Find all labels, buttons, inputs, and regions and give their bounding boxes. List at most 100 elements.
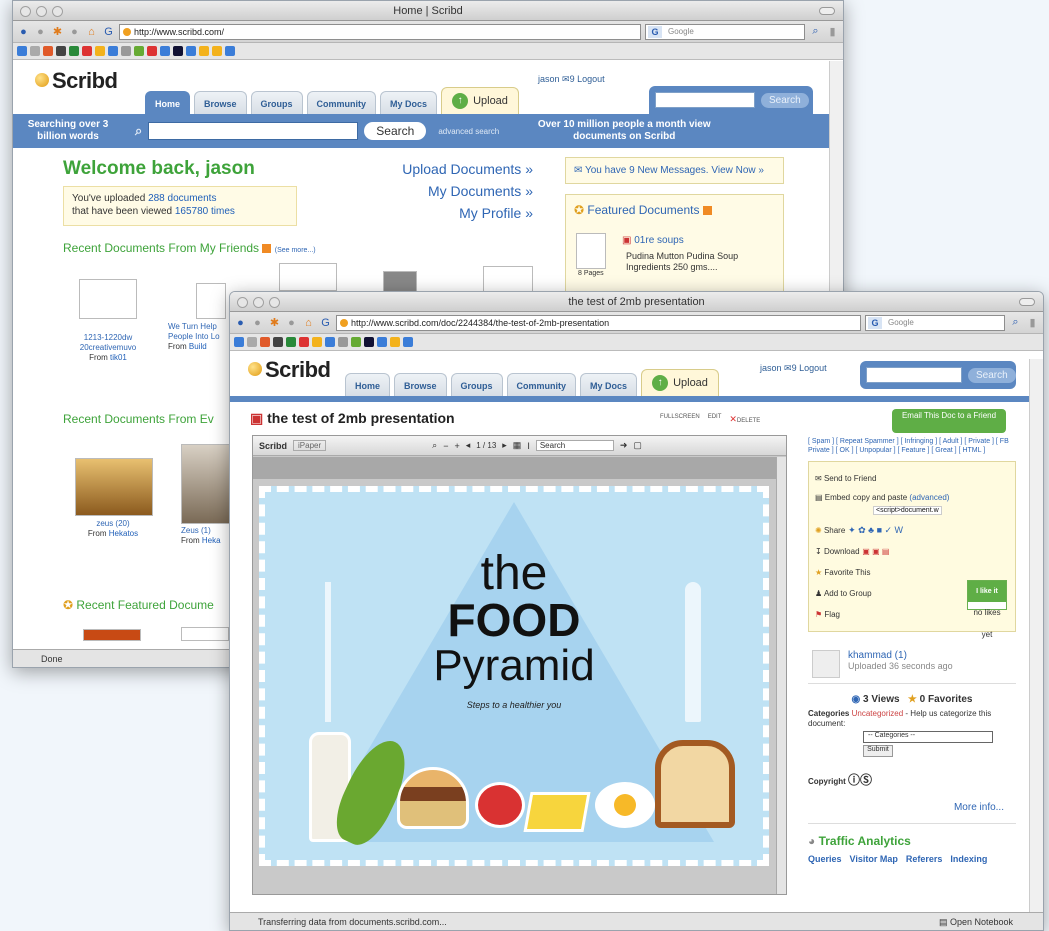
uploaded-docs-link[interactable]: 288 documents xyxy=(148,193,216,204)
reload-icon[interactable]: ✱ xyxy=(51,25,64,38)
tab-my-docs[interactable]: My Docs xyxy=(380,91,438,114)
tab-browse[interactable]: Browse xyxy=(194,91,247,114)
featured-doc-link[interactable]: ▣ 01re soups xyxy=(622,235,684,246)
window-controls[interactable] xyxy=(237,297,280,308)
tab-groups[interactable]: Groups xyxy=(250,91,303,114)
zoom-in-button[interactable]: + xyxy=(454,441,459,451)
bookmark-icon[interactable] xyxy=(17,46,27,56)
bookmark-icon[interactable] xyxy=(108,46,118,56)
reload-icon[interactable]: ✱ xyxy=(268,316,281,329)
indexing-link[interactable]: Indexing xyxy=(950,854,987,864)
viewer-search-input[interactable]: Search xyxy=(535,440,614,451)
header-search-button[interactable]: Search xyxy=(968,367,1016,383)
header-search-input[interactable] xyxy=(866,367,962,383)
zoom-out-button[interactable]: − xyxy=(443,441,448,451)
extension-icon[interactable]: ▮ xyxy=(1026,316,1039,329)
logout-link[interactable]: Logout xyxy=(577,74,605,84)
visitor-map-link[interactable]: Visitor Map xyxy=(850,854,898,864)
tab-community[interactable]: Community xyxy=(506,373,577,396)
tab-home[interactable]: Home xyxy=(145,91,191,114)
bookmark-icon[interactable] xyxy=(312,337,322,347)
username-link[interactable]: jason xyxy=(760,363,782,373)
bookmark-icon[interactable] xyxy=(30,46,40,56)
document-thumbnail[interactable] xyxy=(383,271,417,293)
document-author-link[interactable]: Heka xyxy=(202,536,221,545)
my-profile-link[interactable]: My Profile » xyxy=(353,202,533,224)
username-link[interactable]: jason xyxy=(538,74,560,84)
toolbar-toggle[interactable] xyxy=(819,7,835,15)
ipaper-mode-button[interactable]: iPaper xyxy=(293,440,327,451)
search-go-icon[interactable]: ➜ xyxy=(620,440,628,451)
bookmark-icon[interactable] xyxy=(147,46,157,56)
text-select-icon[interactable]: I xyxy=(527,441,530,451)
download-row[interactable]: ↧ Download ▣ ▣ ▤ xyxy=(815,541,1009,562)
bookmark-icon[interactable] xyxy=(286,337,296,347)
file-format-icons[interactable]: ▣ ▣ ▤ xyxy=(862,547,889,556)
home-icon[interactable]: ⌂ xyxy=(302,317,315,329)
bookmark-icon[interactable] xyxy=(43,46,53,56)
back-icon[interactable]: ● xyxy=(17,26,30,38)
main-search-input[interactable] xyxy=(148,122,359,140)
tab-home[interactable]: Home xyxy=(345,373,391,396)
send-to-friend-link[interactable]: ✉ Send to Friend xyxy=(815,468,1009,489)
document-thumbnail[interactable] xyxy=(83,629,141,641)
new-messages-box[interactable]: ✉ You have 9 New Messages. View Now » xyxy=(565,157,784,184)
zeus-statue-image[interactable] xyxy=(181,444,231,524)
rss-icon[interactable] xyxy=(702,206,712,216)
bookmark-icon[interactable] xyxy=(338,337,348,347)
bookmark-icon[interactable] xyxy=(299,337,309,347)
bookmark-icon[interactable] xyxy=(325,337,335,347)
google-icon[interactable]: G xyxy=(102,26,115,38)
bookmark-icon[interactable] xyxy=(260,337,270,347)
document-thumbnail[interactable] xyxy=(181,627,229,641)
forward-icon[interactable]: ● xyxy=(251,317,264,329)
bookmark-icon[interactable] xyxy=(134,46,144,56)
featured-doc-thumbnail[interactable] xyxy=(576,233,606,269)
zoom-icon[interactable]: ⌕ xyxy=(432,440,437,451)
upload-documents-link[interactable]: Upload Documents » xyxy=(353,158,533,180)
share-row[interactable]: ✺ Share ✦ ✿ ♣ ■ ✓ W xyxy=(815,520,1009,541)
bookmark-icon[interactable] xyxy=(212,46,222,56)
category-submit-button[interactable]: Submit xyxy=(863,745,893,757)
edit-button[interactable]: EDIT xyxy=(708,414,722,425)
bookmark-icon[interactable] xyxy=(186,46,196,56)
forward-icon[interactable]: ● xyxy=(34,26,47,38)
embed-advanced-link[interactable]: (advanced) xyxy=(909,493,949,502)
bookmark-icon[interactable] xyxy=(377,337,387,347)
stop-icon[interactable]: ● xyxy=(68,26,81,38)
bookmark-icon[interactable] xyxy=(82,46,92,56)
delete-button[interactable]: ✕DELETE xyxy=(729,414,760,425)
bookmark-icon[interactable] xyxy=(56,46,66,56)
bookmark-icon[interactable] xyxy=(403,337,413,347)
bookmark-icon[interactable] xyxy=(225,46,235,56)
fullscreen-icon[interactable]: ▢ xyxy=(633,440,642,451)
bookmark-icon[interactable] xyxy=(121,46,131,56)
moderation-links[interactable]: [ Spam ] [ Repeat Spammer ] [ Infringing… xyxy=(808,437,1016,455)
embed-code-field[interactable]: <script>document.w xyxy=(873,506,942,515)
window-controls[interactable] xyxy=(20,6,63,17)
toolbar-toggle[interactable] xyxy=(1019,298,1035,306)
upload-tab[interactable]: ↑ Upload xyxy=(441,87,519,114)
rss-icon[interactable] xyxy=(262,244,272,254)
bookmark-icon[interactable] xyxy=(95,46,105,56)
bookmark-icon[interactable] xyxy=(364,337,374,347)
search-button[interactable]: Search xyxy=(364,122,427,140)
stop-icon[interactable]: ● xyxy=(285,317,298,329)
bookmark-icon[interactable] xyxy=(173,46,183,56)
advanced-search-link[interactable]: advanced search xyxy=(438,127,499,136)
scribd-logo[interactable]: Scribd xyxy=(35,68,118,94)
logout-link[interactable]: Logout xyxy=(799,363,827,373)
grid-view-icon[interactable]: ▦ xyxy=(513,440,522,451)
scribd-logo[interactable]: Scribd xyxy=(248,357,331,383)
document-title-link[interactable]: We Turn Help People Into Lo xyxy=(168,322,230,342)
embed-label[interactable]: Embed xyxy=(825,493,850,502)
creative-commons-icon[interactable]: ⓘⓈ xyxy=(848,773,872,787)
uncategorized-link[interactable]: Uncategorized xyxy=(852,709,904,718)
document-title-link[interactable]: 1213-1220dw 20creativemuvo xyxy=(68,333,148,353)
google-search-field[interactable]: Google xyxy=(645,23,805,40)
bookmark-icon[interactable] xyxy=(273,337,283,347)
google-icon[interactable]: G xyxy=(319,317,332,329)
bookmark-icon[interactable] xyxy=(234,337,244,347)
bookmark-icon[interactable] xyxy=(69,46,79,56)
my-documents-link[interactable]: My Documents » xyxy=(353,180,533,202)
